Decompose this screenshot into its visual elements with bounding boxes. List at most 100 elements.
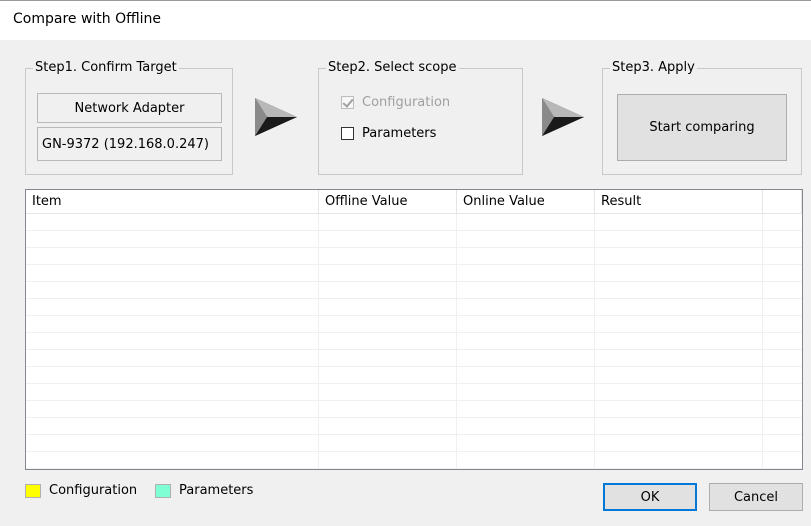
configuration-checkbox[interactable] [341,96,354,109]
cancel-label: Cancel [733,489,779,505]
table-row [26,452,802,469]
table-cell [26,350,319,366]
table-header: Item Offline Value Online Value Result [26,190,802,214]
column-header-result[interactable]: Result [595,190,763,214]
table-row [26,435,802,452]
cancel-button[interactable]: Cancel [709,483,803,511]
table-cell [595,333,763,349]
device-type-text: Network Adapter [74,100,185,116]
legend-configuration: Configuration [25,483,137,498]
table-cell [457,282,595,298]
table-cell [319,299,457,315]
legend-parameters-label: Parameters [179,483,254,498]
parameters-checkbox[interactable] [341,127,354,140]
table-cell [319,401,457,417]
column-header-online-value[interactable]: Online Value [457,190,595,214]
title-bar: Compare with Offline [0,0,811,40]
table-row [26,418,802,435]
table-cell [457,214,595,230]
table-body [26,214,802,469]
window-title: Compare with Offline [13,11,162,27]
table-row [26,231,802,248]
column-header-filler [763,190,802,214]
table-cell [26,316,319,332]
table-cell [319,384,457,400]
table-cell [595,316,763,332]
legend-configuration-label: Configuration [49,483,138,498]
table-cell [595,367,763,383]
device-type-box: Network Adapter [37,93,222,123]
step3-group: Step3. Apply Start comparing [602,60,802,175]
step1-group: Step1. Confirm Target Network Adapter GN… [25,60,233,175]
start-comparing-label: Start comparing [649,120,755,135]
table-cell [319,350,457,366]
table-cell [595,452,763,468]
table-cell [457,384,595,400]
table-cell [26,367,319,383]
table-cell [26,265,319,281]
table-row [26,384,802,401]
comparison-table[interactable]: Item Offline Value Online Value Result [25,189,803,470]
table-cell [26,214,319,230]
table-cell [319,316,457,332]
start-comparing-button[interactable]: Start comparing [617,94,787,161]
table-cell [595,265,763,281]
table-cell [457,333,595,349]
table-cell [457,248,595,264]
table-cell [319,452,457,468]
table-cell [595,350,763,366]
table-cell [457,299,595,315]
table-row [26,299,802,316]
table-cell [595,401,763,417]
parameters-checkbox-label: Parameters [362,126,437,141]
device-name-text: GN-9372 (192.168.0.247) [42,136,209,152]
table-cell [457,367,595,383]
parameters-checkbox-row: Parameters [341,126,436,141]
table-cell [457,435,595,451]
table-cell [595,418,763,434]
table-cell [26,384,319,400]
table-cell [595,299,763,315]
table-cell [457,452,595,468]
table-row [26,214,802,231]
configuration-checkbox-row: Configuration [341,95,450,110]
table-row [26,248,802,265]
table-cell [319,367,457,383]
table-cell [595,231,763,247]
table-row [26,367,802,384]
ok-label: OK [640,489,660,505]
parameters-color-swatch [155,483,171,498]
table-cell [595,384,763,400]
table-row [26,282,802,299]
table-cell [457,231,595,247]
table-cell [26,231,319,247]
table-cell [319,231,457,247]
table-cell [26,282,319,298]
table-row [26,265,802,282]
table-cell [26,418,319,434]
table-cell [26,435,319,451]
table-row [26,401,802,418]
column-header-offline-value[interactable]: Offline Value [319,190,457,214]
table-cell [457,265,595,281]
table-cell [457,401,595,417]
table-cell [26,401,319,417]
table-cell [319,333,457,349]
step1-label: Step1. Confirm Target [33,60,179,76]
device-name-box: GN-9372 (192.168.0.247) [37,127,222,161]
table-cell [595,282,763,298]
table-cell [319,282,457,298]
step2-group: Step2. Select scope Configuration Parame… [318,60,523,175]
arrow-right-icon [542,98,584,136]
legend-parameters: Parameters [155,483,253,498]
column-header-item[interactable]: Item [26,190,319,214]
table-cell [457,316,595,332]
table-cell [319,265,457,281]
configuration-checkbox-label: Configuration [362,95,451,110]
ok-button[interactable]: OK [603,483,697,511]
table-cell [595,248,763,264]
table-cell [457,350,595,366]
step3-label: Step3. Apply [610,60,697,76]
table-cell [457,418,595,434]
table-cell [319,214,457,230]
